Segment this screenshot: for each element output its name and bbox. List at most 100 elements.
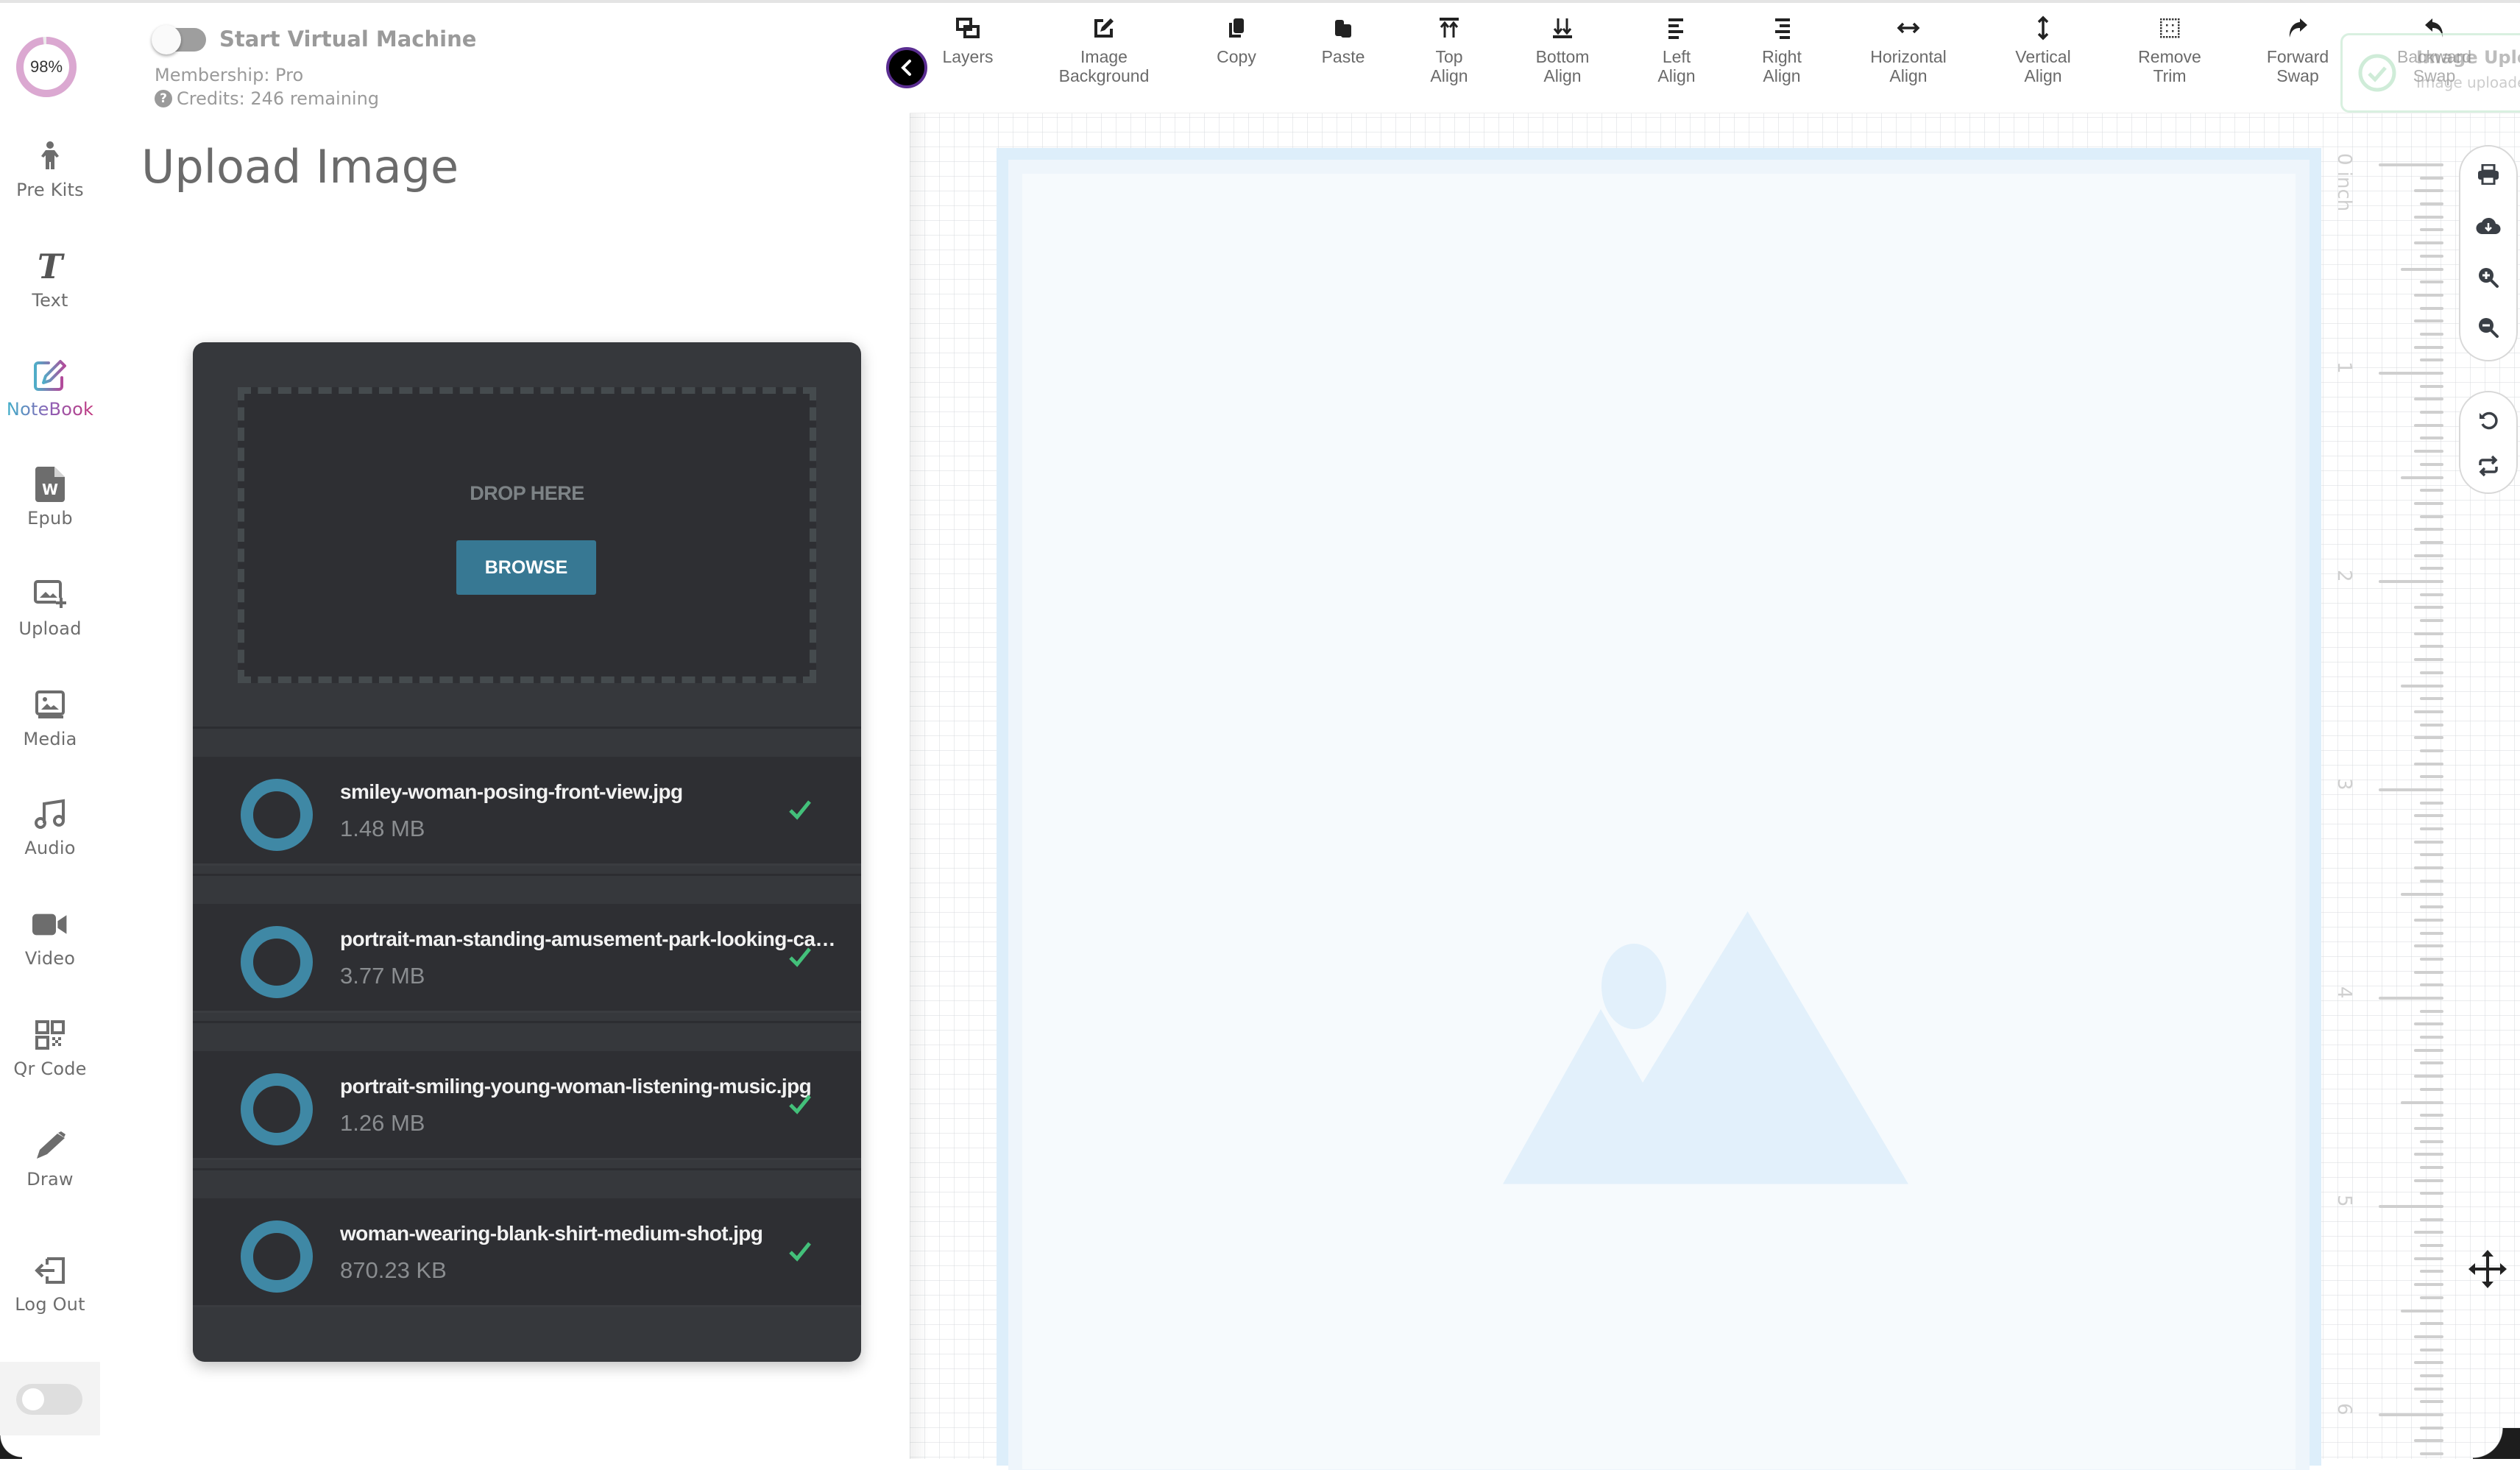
ruler-tick-label: 4	[2333, 986, 2355, 999]
file-size: 1.48 MB	[340, 816, 425, 841]
paste-icon	[1328, 13, 1358, 43]
theme-toggle[interactable]	[16, 1384, 82, 1415]
tool-image-background[interactable]: Image Background	[1045, 13, 1163, 85]
nav-qr-code[interactable]: Qr Code	[0, 1016, 100, 1104]
ruler-tick	[2420, 801, 2443, 805]
toast-title: Image Uploaded	[2416, 47, 2520, 68]
nav-upload[interactable]: Upload	[0, 576, 100, 664]
ruler-tick	[2420, 489, 2443, 492]
nav-notebook[interactable]: NoteBook	[0, 356, 100, 445]
help-icon[interactable]: ?	[155, 90, 172, 107]
ruler-tick	[2420, 1139, 2443, 1143]
vm-toggle[interactable]	[152, 25, 206, 54]
tool-label: Top Align	[1430, 47, 1468, 85]
tool-vertical-align[interactable]: Vertical Align	[2006, 13, 2080, 85]
tool-forward-swap[interactable]: Forward Swap	[2265, 13, 2331, 85]
nav-draw[interactable]: Draw	[0, 1126, 100, 1215]
print-button[interactable]	[2474, 160, 2503, 189]
copy-icon	[1222, 13, 1251, 43]
ruler-tick-label: 5	[2333, 1195, 2355, 1207]
collapse-panel-button[interactable]	[886, 47, 927, 88]
file-item[interactable]: portrait-smiling-young-woman-listening-m…	[193, 1021, 861, 1168]
check-icon	[789, 947, 811, 967]
rotate-left-icon	[2480, 411, 2498, 430]
ruler-tick	[2420, 176, 2443, 180]
ruler-tick	[2414, 866, 2443, 870]
ruler-tick	[2420, 1244, 2443, 1248]
nav-media[interactable]: Media	[0, 686, 100, 774]
ruler-tick	[2420, 437, 2443, 440]
tool-label: Left Align	[1657, 47, 1696, 85]
tool-right-align[interactable]: Right Align	[1752, 13, 1811, 85]
ruler-tick	[2420, 1009, 2443, 1013]
check-icon	[789, 1095, 811, 1114]
zoom-out-button[interactable]	[2474, 313, 2503, 342]
music-note-icon	[32, 795, 68, 833]
ruler-tick	[2379, 997, 2443, 1000]
nav-pre-kits[interactable]: Pre Kits	[0, 137, 100, 225]
move-handle[interactable]	[2468, 1250, 2507, 1288]
tool-copy[interactable]: Copy	[1207, 13, 1266, 66]
ruler-tick	[2420, 280, 2443, 284]
ruler-tick	[2420, 905, 2443, 909]
tool-layers[interactable]: Layers	[942, 13, 994, 66]
ruler-tick	[2379, 1205, 2443, 1208]
ruler-tick	[2414, 345, 2443, 349]
ruler-tick	[2414, 319, 2443, 323]
notebook-pen-icon	[32, 356, 68, 395]
ruler-tick	[2420, 411, 2443, 414]
nav-epub[interactable]: W Epub	[0, 465, 100, 554]
repeat-button[interactable]	[2474, 451, 2503, 481]
history-tools-group	[2459, 391, 2518, 494]
tool-horizontal-align[interactable]: Horizontal Align	[1862, 13, 1955, 85]
ruler-tick	[2414, 1179, 2443, 1182]
ruler-tick	[2420, 1322, 2443, 1326]
file-item[interactable]: woman-wearing-blank-shirt-medium-shot.jp…	[193, 1168, 861, 1315]
logout-icon	[32, 1251, 68, 1290]
ruler-tick	[2420, 1296, 2443, 1299]
ruler-tick	[2420, 462, 2443, 466]
ruler-tick	[2420, 749, 2443, 752]
check-icon	[789, 1242, 811, 1262]
ruler-tick	[2420, 775, 2443, 779]
ruler-tick	[2414, 1335, 2443, 1338]
nav-label: Draw	[26, 1169, 74, 1190]
tool-paste[interactable]: Paste	[1314, 13, 1373, 66]
nav-text[interactable]: T Text	[0, 247, 100, 336]
tool-remove-trim[interactable]: Remove Trim	[2133, 13, 2206, 85]
ruler-tick	[2414, 397, 2443, 401]
ruler-tick	[2420, 697, 2443, 701]
file-item[interactable]: smiley-woman-posing-front-view.jpg 1.48 …	[193, 727, 861, 874]
zoom-in-button[interactable]	[2474, 263, 2503, 292]
tool-left-align[interactable]: Left Align	[1647, 13, 1706, 85]
tool-top-align[interactable]: Top Align	[1420, 13, 1479, 85]
repeat-icon	[2479, 455, 2498, 477]
nav-label: Video	[24, 948, 76, 969]
ruler-tick	[2420, 1087, 2443, 1091]
nav-label: Epub	[27, 508, 73, 529]
nav-log-out[interactable]: Log Out	[0, 1251, 100, 1340]
drop-zone[interactable]: DROP HERE BROWSE	[238, 387, 816, 683]
nav-video[interactable]: Video	[0, 905, 100, 994]
file-item[interactable]: portrait-man-standing-amusement-park-loo…	[193, 874, 861, 1021]
credits-text: Credits: 246 remaining	[177, 88, 380, 109]
success-check-icon	[2358, 54, 2396, 92]
check-icon	[789, 800, 811, 820]
nav-audio[interactable]: Audio	[0, 795, 100, 883]
ruler-tick	[2379, 163, 2443, 166]
left-sidebar: 98% Pre Kits T Text NoteBook W Epub Uplo…	[0, 0, 106, 1459]
ruler-tick	[2420, 879, 2443, 883]
canvas-page[interactable]	[1022, 174, 2296, 1469]
credits-label: ? Credits: 246 remaining	[155, 88, 379, 109]
ruler-tick	[2414, 944, 2443, 948]
ruler-tick	[2420, 957, 2443, 961]
ruler-tick	[2420, 1114, 2443, 1117]
tool-bottom-align[interactable]: Bottom Align	[1533, 13, 1592, 85]
upload-toast[interactable]: Image Uploaded Image uploaded	[2340, 33, 2520, 113]
browse-button[interactable]: BROWSE	[456, 540, 596, 595]
cloud-download-icon	[2476, 217, 2501, 235]
rotate-button[interactable]	[2474, 406, 2503, 435]
download-button[interactable]	[2474, 211, 2503, 241]
ruler-tick	[2420, 1061, 2443, 1065]
tool-label: Layers	[942, 47, 994, 66]
